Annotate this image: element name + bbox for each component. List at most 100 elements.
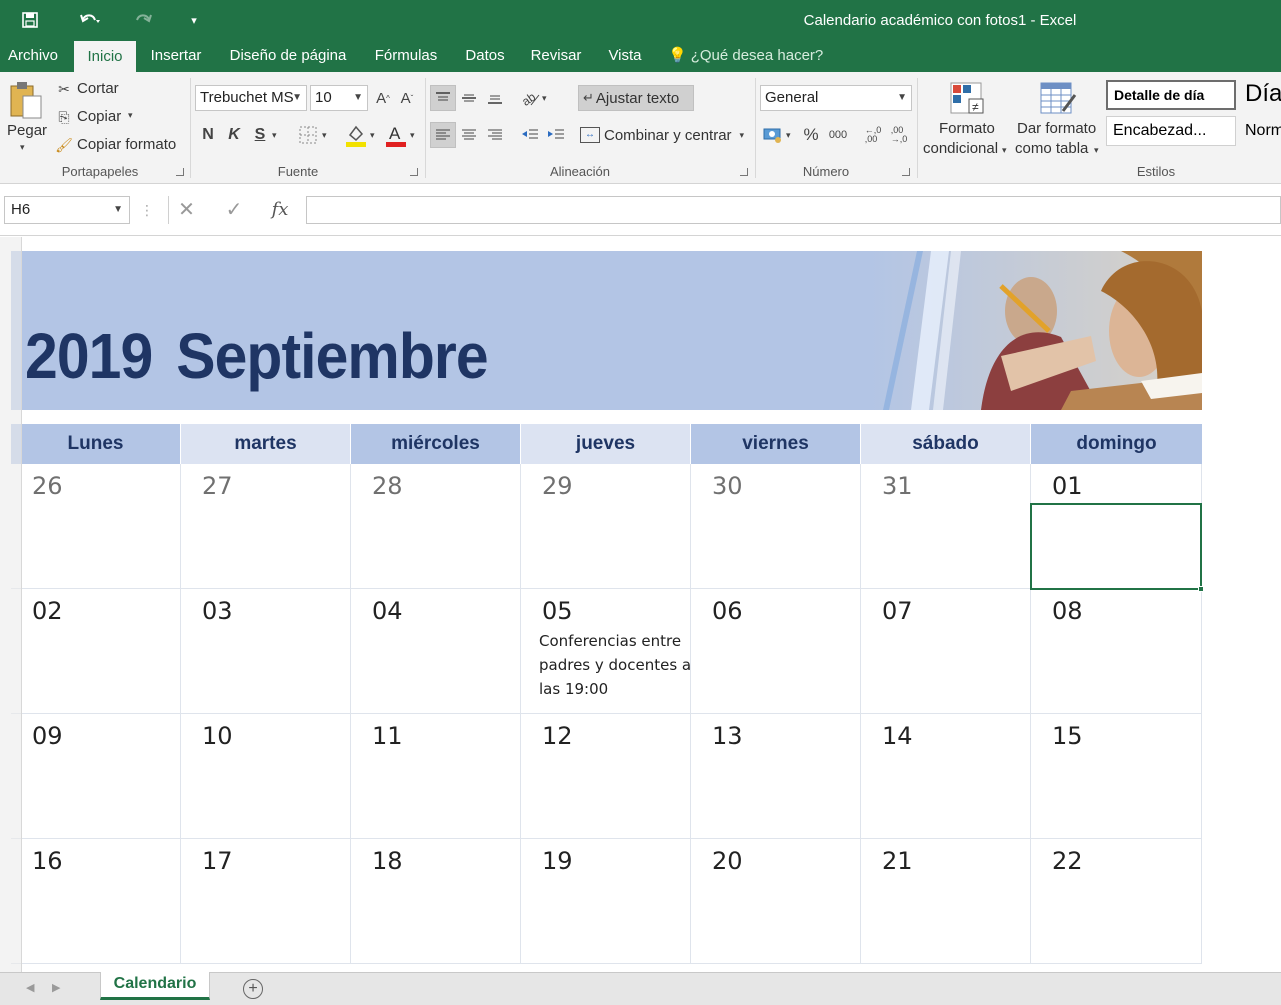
text-orientation-icon[interactable]: ab [518, 85, 544, 111]
calendar-day-cell[interactable]: 12 [521, 714, 691, 839]
tab-diseno-pagina[interactable]: Diseño de página [220, 40, 356, 72]
calendar-day-cell[interactable]: 31 [861, 464, 1031, 589]
align-bottom-icon[interactable] [482, 85, 508, 111]
formula-input[interactable] [306, 196, 1281, 224]
cell-style-normal[interactable]: Norm [1245, 122, 1281, 140]
calendar-day-cell[interactable]: 10 [181, 714, 351, 839]
fill-color-dropdown-icon[interactable]: ▾ [370, 123, 375, 147]
paste-button[interactable]: Pegar [7, 122, 47, 139]
underline-dropdown-icon[interactable]: ▾ [272, 123, 277, 147]
calendar-day-cell[interactable]: 13 [691, 714, 861, 839]
calendar-day-cell[interactable]: 03 [181, 589, 351, 714]
tab-datos[interactable]: Datos [456, 40, 514, 72]
enter-icon[interactable]: ✓ [216, 196, 252, 224]
accounting-format-icon[interactable] [762, 122, 784, 148]
cancel-icon[interactable]: ✕ [168, 196, 204, 224]
increase-decimal-icon[interactable]: ←,0,00 [862, 122, 884, 148]
calendar-day-cell[interactable]: 18 [351, 839, 521, 964]
calendar-day-cell[interactable]: 29 [521, 464, 691, 589]
calendar-day-cell[interactable]: 14 [861, 714, 1031, 839]
align-middle-icon[interactable] [456, 85, 482, 111]
calendar-day-cell[interactable]: 20 [691, 839, 861, 964]
calendar-day-cell[interactable]: 21 [861, 839, 1031, 964]
calendar-day-cell[interactable]: 04 [351, 589, 521, 714]
calendar-day-cell[interactable]: 17 [181, 839, 351, 964]
shrink-font-icon[interactable]: Aˇ [398, 86, 416, 110]
decrease-indent-icon[interactable] [518, 122, 542, 148]
calendar-day-cell[interactable]: 08 [1031, 589, 1202, 714]
cell-style-detalle-dia[interactable]: Detalle de día [1106, 80, 1236, 110]
tab-formulas[interactable]: Fórmulas [368, 40, 444, 72]
italic-button[interactable]: K [224, 123, 244, 147]
calendar-day-cell[interactable]: 09 [11, 714, 181, 839]
comma-style-button[interactable]: 000 [826, 122, 850, 148]
tab-vista[interactable]: Vista [600, 40, 650, 72]
copy-button[interactable]: Copiar [77, 108, 121, 125]
cell-style-encabezado[interactable]: Encabezad... [1106, 116, 1236, 146]
paste-icon[interactable] [8, 78, 44, 122]
align-left-icon[interactable] [430, 122, 456, 148]
sheet-tab-calendario[interactable]: Calendario [100, 972, 210, 1000]
calendar-day-cell[interactable]: 16 [11, 839, 181, 964]
align-top-icon[interactable] [430, 85, 456, 111]
align-right-icon[interactable] [482, 122, 508, 148]
calendar-day-cell[interactable]: 07 [861, 589, 1031, 714]
tab-revisar[interactable]: Revisar [524, 40, 588, 72]
borders-icon[interactable] [296, 123, 320, 147]
font-name-dropdown[interactable]: Trebuchet MS ▼ [195, 85, 307, 111]
grow-font-icon[interactable]: A ^ [374, 86, 392, 110]
number-launcher-icon[interactable] [902, 168, 910, 176]
fill-handle[interactable] [1198, 586, 1204, 592]
orientation-dropdown-icon[interactable]: ▾ [542, 86, 547, 110]
add-sheet-icon[interactable]: + [243, 979, 263, 999]
redo-icon[interactable] [122, 8, 166, 32]
cell-style-dia[interactable]: Día [1245, 80, 1281, 108]
calendar-day-cell[interactable]: 27 [181, 464, 351, 589]
copy-dropdown-icon[interactable]: ▾ [128, 110, 133, 121]
undo-icon[interactable] [70, 8, 110, 32]
scroll-right-icon[interactable]: ▶ [52, 981, 60, 994]
font-color-dropdown-icon[interactable]: ▾ [410, 123, 415, 147]
calendar-day-cell[interactable]: 05 Conferencias entre padres y docentes a… [521, 589, 691, 714]
tab-insertar[interactable]: Insertar [144, 40, 208, 72]
insert-function-button[interactable]: fx [262, 196, 298, 224]
conditional-format-line2[interactable]: condicional [923, 140, 998, 157]
format-as-table-line1[interactable]: Dar formato [1017, 120, 1096, 137]
scroll-left-icon[interactable]: ◀ [26, 981, 34, 994]
calendar-day-cell[interactable]: 19 [521, 839, 691, 964]
percent-style-button[interactable]: % [800, 122, 822, 148]
calendar-day-cell[interactable]: 15 [1031, 714, 1202, 839]
calendar-day-cell[interactable]: 26 [11, 464, 181, 589]
accounting-dropdown-icon[interactable]: ▾ [786, 123, 791, 147]
format-table-dropdown-icon[interactable]: ▾ [1094, 144, 1099, 156]
font-color-icon[interactable]: A [384, 122, 408, 148]
tell-me-box[interactable]: 💡 ¿Qué desea hacer? [668, 40, 823, 72]
format-painter-button[interactable]: Copiar formato [77, 136, 176, 153]
align-center-icon[interactable] [456, 122, 482, 148]
font-launcher-icon[interactable] [410, 168, 418, 176]
cut-button[interactable]: Cortar [77, 80, 119, 97]
format-as-table-line2[interactable]: como tabla [1015, 140, 1088, 157]
font-size-dropdown[interactable]: 10 ▼ [310, 85, 368, 111]
customize-qat-icon[interactable]: ▾ [184, 8, 204, 32]
conditional-format-line1[interactable]: Formato [939, 120, 995, 137]
increase-indent-icon[interactable] [544, 122, 568, 148]
bold-button[interactable]: N [198, 123, 218, 147]
decrease-decimal-icon[interactable]: ,00 →,0 [888, 122, 910, 148]
save-icon[interactable] [16, 8, 44, 32]
tab-archivo[interactable]: Archivo [0, 40, 66, 72]
fill-color-icon[interactable] [344, 122, 368, 148]
clipboard-launcher-icon[interactable] [176, 168, 184, 176]
worksheet[interactable]: 2019 Septiembre Lunes martes miércoles j… [0, 237, 1281, 972]
calendar-day-cell[interactable]: 22 [1031, 839, 1202, 964]
merge-center-button[interactable]: ↔ Combinar y centrar ▾ [578, 122, 750, 148]
wrap-text-button[interactable]: ↵ Ajustar texto [578, 85, 694, 111]
name-box[interactable]: H6 ▼ [4, 196, 130, 224]
alignment-launcher-icon[interactable] [740, 168, 748, 176]
calendar-day-cell[interactable]: 30 [691, 464, 861, 589]
underline-button[interactable]: S [250, 123, 270, 147]
conditional-dropdown-icon[interactable]: ▾ [1002, 144, 1007, 156]
number-format-dropdown[interactable]: General ▼ [760, 85, 912, 111]
paste-dropdown-icon[interactable]: ▾ [20, 142, 25, 153]
calendar-day-cell[interactable]: 28 [351, 464, 521, 589]
